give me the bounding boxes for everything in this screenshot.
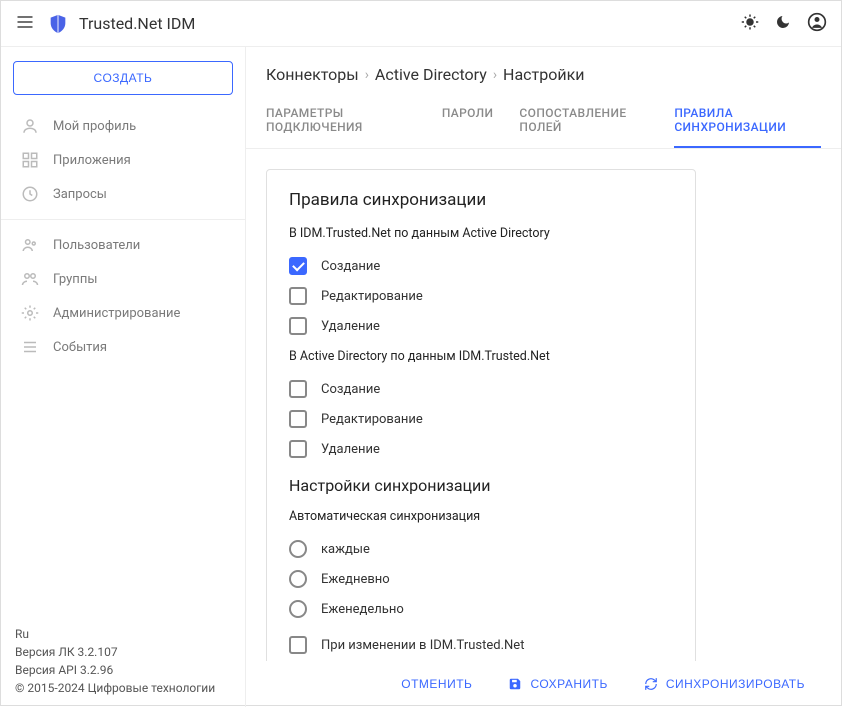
- checkbox-create-ad[interactable]: [289, 380, 307, 398]
- checkbox-label: Редактирование: [321, 412, 423, 427]
- account-icon[interactable]: [807, 12, 827, 36]
- tab-field-mapping[interactable]: СОПОСТАВЛЕНИЕ ПОЛЕЙ: [519, 98, 648, 148]
- radio-daily[interactable]: [289, 570, 307, 588]
- menu-icon[interactable]: [15, 12, 35, 36]
- chevron-right-icon: ›: [365, 67, 369, 83]
- checkbox-on-change[interactable]: [289, 636, 307, 654]
- tabs: ПАРАМЕТРЫ ПОДКЛЮЧЕНИЯ ПАРОЛИ СОПОСТАВЛЕН…: [246, 98, 841, 149]
- divider: [1, 219, 245, 220]
- section2-sub: В Active Directory по данным IDM.Trusted…: [289, 349, 673, 364]
- radio-label: Еженедельно: [321, 602, 404, 617]
- checkbox-delete-idm[interactable]: [289, 317, 307, 335]
- sync-rules-card: Правила синхронизации В IDM.Trusted.Net …: [266, 169, 696, 661]
- nav-label: Приложения: [53, 153, 131, 168]
- settings-title: Настройки синхронизации: [289, 476, 673, 495]
- sync-button[interactable]: СИНХРОНИЗИРОВАТЬ: [644, 677, 805, 691]
- nav-label: Пользователи: [53, 238, 140, 253]
- sidebar-footer: Ru Версия ЛК 3.2.107 Версия API 3.2.96 ©…: [1, 625, 245, 707]
- checkbox-label: Создание: [321, 382, 380, 397]
- nav-requests[interactable]: Запросы: [1, 177, 245, 211]
- app-logo: [47, 13, 69, 35]
- version-api: Версия API 3.2.96: [15, 661, 231, 679]
- radio-weekly[interactable]: [289, 600, 307, 618]
- settings-sub: Автоматическая синхронизация: [289, 509, 673, 524]
- cancel-button[interactable]: ОТМЕНИТЬ: [401, 677, 472, 691]
- nav-users[interactable]: Пользователи: [1, 228, 245, 262]
- radio-label: каждые: [321, 542, 370, 557]
- checkbox-label: Удаление: [321, 319, 380, 334]
- footer-actions: ОТМЕНИТЬ СОХРАНИТЬ СИНХРОНИЗИРОВАТЬ: [246, 661, 841, 707]
- checkbox-label: Удаление: [321, 442, 380, 457]
- checkbox-delete-ad[interactable]: [289, 440, 307, 458]
- tab-passwords[interactable]: ПАРОЛИ: [442, 98, 494, 148]
- radio-every[interactable]: [289, 540, 307, 558]
- moon-icon[interactable]: [775, 14, 791, 34]
- copyright: © 2015-2024 Цифровые технологии: [15, 679, 231, 697]
- nav-admin[interactable]: Администрирование: [1, 296, 245, 330]
- checkbox-label: Редактирование: [321, 289, 423, 304]
- checkbox-create-idm[interactable]: [289, 257, 307, 275]
- tab-sync-rules[interactable]: ПРАВИЛА СИНХРОНИЗАЦИИ: [674, 98, 821, 148]
- nav-groups[interactable]: Группы: [1, 262, 245, 296]
- app-title: Trusted.Net IDM: [79, 14, 741, 33]
- chevron-right-icon: ›: [493, 67, 497, 83]
- tab-connection-params[interactable]: ПАРАМЕТРЫ ПОДКЛЮЧЕНИЯ: [266, 98, 416, 148]
- nav-my-profile[interactable]: Мой профиль: [1, 109, 245, 143]
- nav-label: Мой профиль: [53, 119, 136, 134]
- card-title: Правила синхронизации: [289, 190, 673, 210]
- version-lk: Версия ЛК 3.2.107: [15, 643, 231, 661]
- nav-label: События: [53, 340, 107, 355]
- sync-icon: [644, 677, 658, 691]
- breadcrumb-ad[interactable]: Active Directory: [375, 65, 487, 84]
- breadcrumb: Коннекторы › Active Directory › Настройк…: [246, 47, 841, 98]
- sidebar: СОЗДАТЬ Мой профиль Приложения Запросы П…: [1, 47, 246, 707]
- create-button[interactable]: СОЗДАТЬ: [13, 61, 233, 95]
- nav-events[interactable]: События: [1, 330, 245, 364]
- nav-apps[interactable]: Приложения: [1, 143, 245, 177]
- radio-label: Ежедневно: [321, 572, 390, 587]
- checkbox-label: При изменении в IDM.Trusted.Net: [321, 638, 524, 653]
- checkbox-edit-idm[interactable]: [289, 287, 307, 305]
- save-icon: [508, 677, 522, 691]
- checkbox-label: Создание: [321, 259, 380, 274]
- section1-sub: В IDM.Trusted.Net по данным Active Direc…: [289, 226, 673, 241]
- nav-label: Запросы: [53, 187, 107, 202]
- theme-toggle-icon[interactable]: [741, 13, 759, 35]
- lang-label: Ru: [15, 625, 231, 643]
- save-button[interactable]: СОХРАНИТЬ: [508, 677, 607, 691]
- breadcrumb-settings: Настройки: [503, 65, 584, 84]
- checkbox-edit-ad[interactable]: [289, 410, 307, 428]
- button-label: СИНХРОНИЗИРОВАТЬ: [666, 677, 805, 691]
- nav-label: Группы: [53, 272, 97, 287]
- nav-label: Администрирование: [53, 306, 180, 321]
- button-label: ОТМЕНИТЬ: [401, 677, 472, 691]
- button-label: СОХРАНИТЬ: [530, 677, 607, 691]
- breadcrumb-connectors[interactable]: Коннекторы: [266, 65, 359, 84]
